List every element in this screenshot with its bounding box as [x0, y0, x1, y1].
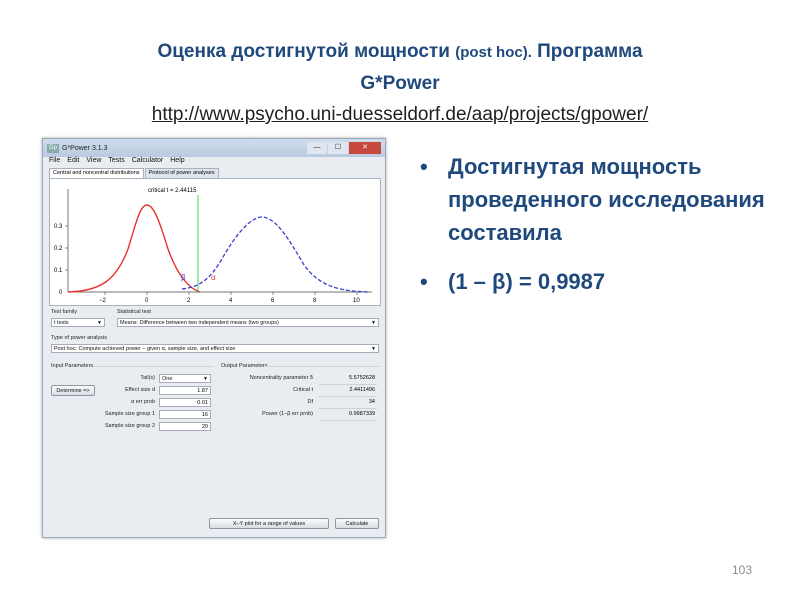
window-titlebar: Gp G*Power 3.1.3 — ☐ ✕ [43, 139, 385, 157]
bullet-text: (1 – β) = 0,9987 [448, 269, 606, 294]
chevron-down-icon: ▼ [203, 376, 208, 382]
sample-size-group2-field[interactable]: 20 [159, 422, 211, 431]
tails-select[interactable]: One ▼ [159, 374, 211, 383]
x-tick-label: 0 [145, 298, 149, 304]
x-tick-label: 6 [271, 298, 275, 304]
df-label: Df [307, 399, 314, 405]
output-parameters-header: Output Parameters [221, 363, 268, 369]
power-value: 0.9987339 [349, 411, 375, 417]
type-of-power-analysis-label: Type of power analysis [51, 335, 107, 341]
title-main: Оценка достигнутой мощности [157, 41, 450, 62]
bullet-text: Достигнутая мощность проведенного исслед… [448, 154, 765, 245]
menu-file[interactable]: File [49, 157, 60, 168]
close-button[interactable]: ✕ [349, 142, 381, 154]
x-tick-label: 2 [187, 298, 191, 304]
power-analysis-type-value: Post hoc: Compute achieved power – given… [54, 346, 236, 352]
sample-size-group2-label: Sample size group 2 [104, 423, 155, 429]
sample-size-group1-label: Sample size group 1 [104, 411, 155, 417]
page-number: 103 [731, 563, 752, 577]
input-parameters-header: Input Parameters [51, 363, 94, 369]
calculate-button[interactable]: Calculate [335, 518, 379, 529]
statistical-test-select[interactable]: Means: Difference between two independen… [117, 318, 379, 327]
divider [319, 408, 377, 409]
bullet-icon: • [420, 154, 428, 179]
y-tick-label: 0.2 [54, 246, 63, 252]
divider [93, 366, 213, 367]
title-url-link[interactable]: http://www.psycho.uni-duesseldorf.de/aap… [60, 99, 740, 130]
y-tick-label: 0 [59, 290, 63, 296]
statistical-test-label: Statistical test [117, 309, 151, 315]
chevron-down-icon: ▼ [97, 320, 102, 326]
gpower-app-icon: Gp [47, 143, 59, 153]
alpha-err-prob-label: α err prob [131, 399, 155, 405]
df-value: 34 [368, 399, 375, 405]
effect-size-field[interactable]: 1.87 [159, 386, 211, 395]
bullet-item: • (1 – β) = 0,9987 [420, 265, 780, 298]
divider [319, 384, 377, 385]
menu-edit[interactable]: Edit [67, 157, 79, 168]
y-tick-label: 0.1 [54, 268, 63, 274]
critical-t-output-label: Critical t [293, 387, 313, 393]
test-family-label: Test family [51, 309, 77, 315]
minimize-button[interactable]: — [307, 142, 327, 154]
x-tick-label: −2 [99, 298, 107, 304]
slide-title: Оценка достигнутой мощности (post hoc). … [60, 36, 740, 130]
divider [265, 366, 379, 367]
y-tick-label: 0.3 [54, 224, 63, 230]
sample-size-group1-field[interactable]: 16 [159, 410, 211, 419]
menu-help[interactable]: Help [170, 157, 184, 168]
statistical-test-value: Means: Difference between two independen… [120, 320, 279, 326]
menu-calculator[interactable]: Calculator [132, 157, 164, 168]
tails-value: One [162, 376, 173, 382]
tab-protocol[interactable]: Protocol of power analyses [144, 168, 219, 178]
menu-tests[interactable]: Tests [108, 157, 124, 168]
x-tick-label: 4 [229, 298, 233, 304]
bullet-item: • Достигнутая мощность проведенного иссл… [420, 150, 780, 249]
x-tick-label: 8 [313, 298, 317, 304]
test-family-select[interactable]: t tests ▼ [51, 318, 105, 327]
title-program: Программа [537, 41, 643, 62]
critical-t-label: critical t = 2.44115 [148, 188, 197, 194]
power-analysis-type-select[interactable]: Post hoc: Compute achieved power – given… [51, 344, 379, 353]
bullet-icon: • [420, 269, 428, 294]
chevron-down-icon: ▼ [371, 346, 376, 352]
noncentrality-value: 5.5752628 [349, 375, 375, 381]
menu-view[interactable]: View [86, 157, 101, 168]
tails-label: Tail(s) [140, 375, 155, 381]
maximize-button[interactable]: ☐ [328, 142, 348, 154]
effect-size-label: Effect size d [125, 387, 155, 393]
title-gpower: G*Power [360, 73, 440, 94]
divider [319, 420, 377, 421]
test-family-value: t tests [54, 320, 69, 326]
chevron-down-icon: ▼ [371, 320, 376, 326]
critical-t-value: 2.4411496 [349, 387, 375, 393]
x-tick-label: 10 [353, 298, 360, 304]
bullet-list: • Достигнутая мощность проведенного иссл… [420, 150, 780, 298]
title-post-hoc: (post hoc). [455, 44, 532, 61]
tab-bar: Central and noncentral distributions Pro… [43, 168, 385, 178]
xy-plot-button[interactable]: X–Y plot for a range of values [209, 518, 329, 529]
noncentrality-label: Noncentrality parameter δ [249, 375, 313, 381]
alpha-err-prob-field[interactable]: 0.01 [159, 398, 211, 407]
h1-distribution-curve [181, 216, 369, 293]
distribution-plot-panel: 0.3 0.2 0.1 0 −2 0 2 4 6 8 10 critical t… [49, 178, 381, 306]
menu-bar: File Edit View Tests Calculator Help [43, 157, 385, 168]
distribution-plot: 0.3 0.2 0.1 0 −2 0 2 4 6 8 10 critical t… [54, 188, 372, 304]
divider [319, 396, 377, 397]
slide-title-line-1: Оценка достигнутой мощности (post hoc). … [60, 36, 740, 68]
tab-distributions[interactable]: Central and noncentral distributions [49, 168, 144, 178]
window-title: G*Power 3.1.3 [62, 144, 108, 152]
gpower-window: Gp G*Power 3.1.3 — ☐ ✕ File Edit View Te… [42, 138, 386, 538]
alpha-label: α [211, 273, 216, 282]
beta-label: β [181, 273, 186, 282]
power-label: Power (1–β err prob) [262, 411, 313, 417]
